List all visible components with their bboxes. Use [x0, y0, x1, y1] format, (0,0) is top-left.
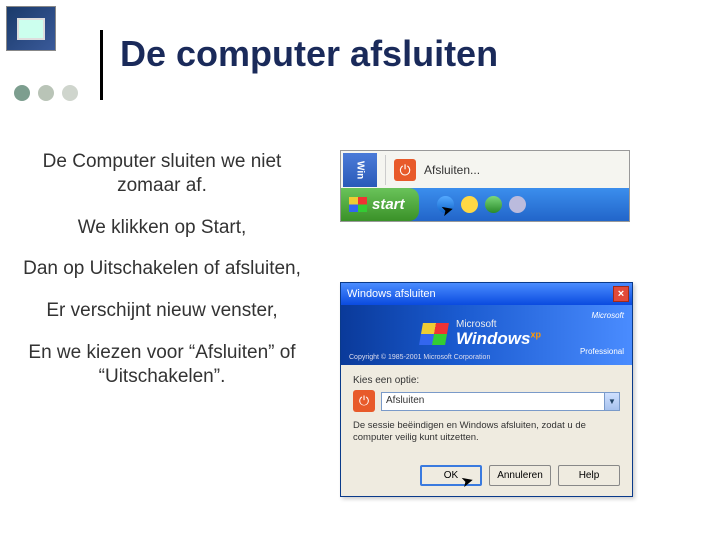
ok-button[interactable]: OK — [420, 465, 482, 486]
dialog-title-text: Windows afsluiten — [347, 288, 436, 300]
banner-product: Windowsxp — [456, 329, 541, 349]
bullet-2: We klikken op Start, — [22, 216, 302, 240]
bullet-5: En we kiezen voor “Afsluiten” of “Uitsch… — [22, 341, 302, 389]
banner-microsoft: Microsoft — [592, 311, 624, 320]
decor-vertical-line — [100, 30, 103, 100]
dropdown-selected: Afsluiten — [386, 395, 424, 406]
dialog-body: Kies een optie: ⏻ Afsluiten ▼ De sessie … — [341, 365, 632, 460]
start-menu-row: Win ⏻ Afsluiten... — [341, 151, 629, 189]
screenshot-shutdown-dialog: Windows afsluiten × Microsoft Windowsxp … — [340, 282, 633, 497]
desktop-icon[interactable] — [485, 196, 502, 213]
dialog-description: De sessie beëindigen en Windows afsluite… — [353, 420, 620, 444]
outlook-icon[interactable] — [461, 196, 478, 213]
dialog-titlebar: Windows afsluiten × — [341, 283, 632, 305]
start-button[interactable]: start — [341, 188, 419, 221]
bullet-3: Dan op Uitschakelen of afsluiten, — [22, 257, 302, 281]
windows-sidebar-label: Win — [343, 153, 377, 187]
decor-dots — [14, 85, 78, 101]
screenshot-start-menu: Win ⏻ Afsluiten... start ➤ — [340, 150, 630, 222]
start-button-label: start — [372, 196, 405, 213]
dialog-banner: Microsoft Windowsxp Professional Microso… — [341, 305, 632, 365]
banner-edition: Professional — [580, 347, 624, 356]
slide-body-text: De Computer sluiten we niet zomaar af. W… — [22, 150, 302, 406]
banner-copyright: Copyright © 1985-2001 Microsoft Corporat… — [349, 354, 490, 361]
taskbar: start — [341, 188, 629, 221]
power-icon: ⏻ — [353, 390, 375, 412]
media-icon[interactable] — [509, 196, 526, 213]
power-icon: ⏻ — [394, 159, 416, 181]
dialog-select-row: ⏻ Afsluiten ▼ — [353, 390, 620, 412]
chevron-down-icon: ▼ — [604, 393, 619, 410]
start-menu-item-afsluiten[interactable]: Afsluiten... — [424, 163, 480, 177]
slide-title: De computer afsluiten — [120, 33, 700, 75]
slide-thumbnail — [6, 6, 56, 51]
dialog-prompt: Kies een optie: — [353, 375, 620, 386]
help-button[interactable]: Help — [558, 465, 620, 486]
option-dropdown[interactable]: Afsluiten ▼ — [381, 392, 620, 411]
windows-flag-icon — [349, 197, 367, 212]
bullet-4: Er verschijnt nieuw venster, — [22, 299, 302, 323]
cancel-button[interactable]: Annuleren — [489, 465, 551, 486]
separator — [385, 155, 386, 185]
bullet-1: De Computer sluiten we niet zomaar af. — [22, 150, 302, 198]
windows-flag-icon — [419, 323, 449, 345]
close-button[interactable]: × — [613, 286, 629, 302]
quicklaunch-icons — [437, 196, 526, 213]
dialog-buttons: OK Annuleren Help — [420, 465, 620, 486]
ie-icon[interactable] — [437, 196, 454, 213]
